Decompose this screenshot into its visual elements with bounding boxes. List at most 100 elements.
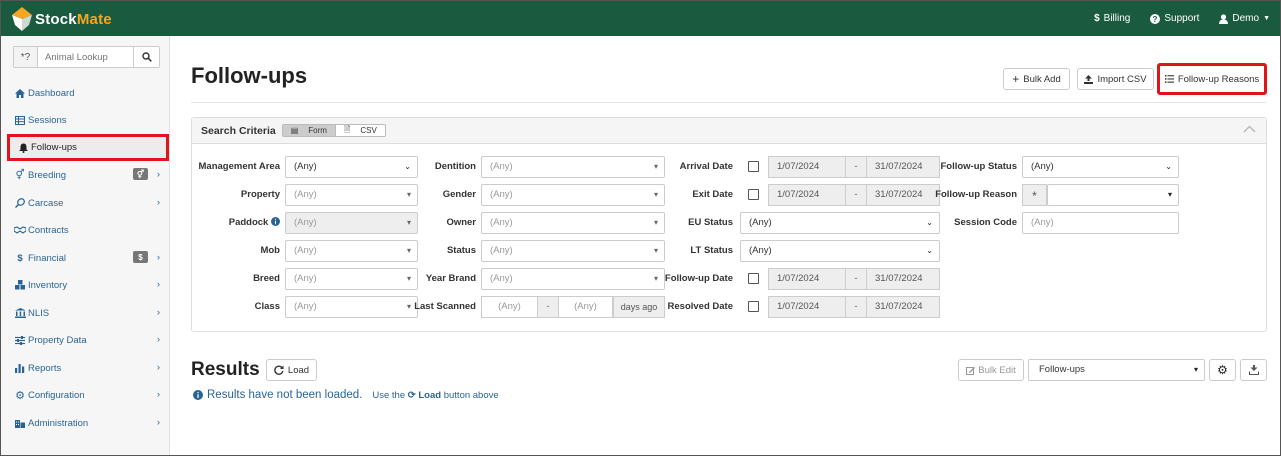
caret-down-icon: ▾ — [1193, 365, 1198, 374]
last-scanned-label: Last Scanned — [414, 301, 476, 312]
wildcard-toggle[interactable]: *? — [14, 47, 38, 67]
caret-down-icon: ▾ — [406, 190, 411, 199]
form-icon: ▤ — [290, 126, 299, 135]
caret-down-icon: ▾ — [406, 246, 411, 255]
chevron-right-icon: › — [156, 169, 160, 180]
chevron-up-icon[interactable] — [1243, 125, 1256, 133]
refresh-icon — [274, 365, 284, 375]
sidebar-item-nlis[interactable]: NLIS › — [1, 302, 170, 324]
breed-label: Breed — [253, 273, 280, 284]
settings-button[interactable]: ⚙ — [1209, 359, 1236, 381]
follow-up-date-from[interactable]: 1/07/2024 — [768, 268, 846, 290]
paddock-select[interactable]: (Any) ▾ — [285, 212, 418, 234]
class-label: Class — [254, 301, 280, 312]
exit-date-to[interactable]: 31/07/2024 — [866, 184, 940, 206]
hint-load-link[interactable]: ⟳ Load — [408, 390, 441, 401]
brand-logo[interactable]: StockMate — [11, 5, 112, 33]
search-criteria-header[interactable]: Search Criteria ▤ Form 🗎 CSV — [192, 118, 1266, 144]
load-button[interactable]: Load — [266, 359, 317, 381]
resolved-date-checkbox[interactable] — [748, 301, 759, 312]
gender-select[interactable]: (Any) ▾ — [481, 184, 665, 206]
sidebar-item-financial[interactable]: $ Financial $ › — [1, 247, 170, 269]
drumstick-icon — [14, 198, 26, 208]
follow-up-date-to[interactable]: 31/07/2024 — [866, 268, 940, 290]
paddock-label: Paddock — [192, 212, 280, 234]
arrival-date-checkbox[interactable] — [748, 161, 759, 172]
follow-up-status-select[interactable]: (Any) ⌄ — [1022, 156, 1179, 178]
sidebar-item-contracts[interactable]: Contracts — [1, 219, 170, 241]
form-mode-button[interactable]: ▤ Form — [282, 125, 335, 136]
import-csv-button[interactable]: Import CSV — [1077, 68, 1154, 90]
results-view-select[interactable]: Follow-ups ▾ — [1028, 359, 1205, 381]
year-brand-select[interactable]: (Any) ▾ — [481, 268, 665, 290]
bulk-add-button[interactable]: + Bulk Add — [1003, 68, 1070, 90]
exit-date-checkbox[interactable] — [748, 189, 759, 200]
resolved-date-to[interactable]: 31/07/2024 — [866, 296, 940, 318]
owner-select[interactable]: (Any) ▾ — [481, 212, 665, 234]
follow-up-reason-select[interactable]: ▾ — [1047, 184, 1179, 206]
animal-lookup-input[interactable] — [38, 47, 133, 67]
results-heading: Results — [191, 359, 260, 380]
support-link[interactable]: ? Support — [1150, 13, 1199, 24]
breed-select[interactable]: (Any) ▾ — [285, 268, 418, 290]
sidebar-item-inventory[interactable]: Inventory › — [1, 274, 170, 296]
brand-name: StockMate — [35, 10, 112, 28]
gear-icon: ⚙ — [1217, 363, 1228, 377]
sidebar-item-sessions[interactable]: Sessions — [1, 109, 170, 131]
billing-link[interactable]: $ Billing — [1094, 13, 1130, 24]
sidebar-item-carcase[interactable]: Carcase › — [1, 192, 170, 214]
follow-up-status-label: Follow-up Status — [940, 161, 1017, 172]
date-separator: - — [846, 296, 866, 318]
sidebar-item-reports[interactable]: Reports › — [1, 357, 170, 379]
last-scanned-to-input[interactable]: (Any) — [558, 296, 613, 318]
lt-status-select[interactable]: (Any) ⌄ — [740, 240, 940, 262]
sidebar-item-breeding[interactable]: ⚥ Breeding ⚥ › — [1, 164, 170, 186]
main-content: Follow-ups + Bulk Add Import CSV Follow-u… — [171, 36, 1280, 455]
svg-text:?: ? — [1153, 15, 1158, 24]
mob-select[interactable]: (Any) ▾ — [285, 240, 418, 262]
download-button[interactable] — [1240, 359, 1267, 381]
gender-label: Gender — [442, 189, 476, 200]
home-icon — [14, 88, 26, 98]
property-select[interactable]: (Any) ▾ — [285, 184, 418, 206]
eu-status-select[interactable]: (Any) ⌄ — [740, 212, 940, 234]
header-divider — [191, 102, 1266, 103]
arrival-date-from[interactable]: 1/07/2024 — [768, 156, 846, 178]
owner-label: Owner — [446, 217, 476, 228]
list-icon — [1164, 75, 1174, 83]
resolved-date-label: Resolved Date — [667, 301, 733, 312]
breeding-badge: ⚥ — [133, 168, 148, 180]
csv-mode-button[interactable]: 🗎 CSV — [334, 125, 385, 136]
resolved-date-from[interactable]: 1/07/2024 — [768, 296, 846, 318]
arrival-date-label: Arrival Date — [679, 161, 733, 172]
search-icon — [141, 52, 152, 62]
user-menu[interactable]: Demo ▼ — [1219, 13, 1270, 24]
class-select[interactable]: (Any) ▾ — [285, 296, 418, 318]
sliders-icon — [14, 335, 26, 345]
stockmate-logo-icon — [12, 7, 32, 31]
search-button[interactable] — [133, 47, 159, 67]
cubes-icon — [14, 280, 26, 290]
exit-date-from[interactable]: 1/07/2024 — [768, 184, 846, 206]
lt-status-label: LT Status — [690, 245, 733, 256]
status-select[interactable]: (Any) ▾ — [481, 240, 665, 262]
caret-down-icon: ▾ — [653, 190, 658, 199]
sidebar-item-administration[interactable]: Administration › — [1, 412, 170, 434]
management-area-select[interactable]: (Any) ⌄ — [285, 156, 418, 178]
sidebar-item-configuration[interactable]: ⚙ Configuration › — [1, 384, 170, 406]
arrival-date-to[interactable]: 31/07/2024 — [866, 156, 940, 178]
info-icon[interactable] — [271, 217, 280, 226]
top-navbar: StockMate $ Billing ? Support Demo ▼ — [1, 1, 1280, 36]
results-message: Results have not been loaded. — [207, 389, 363, 401]
follow-up-date-checkbox[interactable] — [748, 273, 759, 284]
results-hint: Use the ⟳ Load button above — [372, 389, 499, 401]
sidebar-item-property-data[interactable]: Property Data › — [1, 329, 170, 351]
bulk-edit-button[interactable]: Bulk Edit — [958, 359, 1024, 381]
follow-up-reasons-button[interactable]: Follow-up Reasons — [1157, 63, 1267, 95]
session-code-input[interactable]: (Any) — [1022, 212, 1179, 234]
last-scanned-from-input[interactable]: (Any) — [481, 296, 538, 318]
sidebar-item-follow-ups[interactable]: Follow-ups — [7, 134, 169, 161]
sidebar-item-dashboard[interactable]: Dashboard — [1, 82, 170, 104]
dentition-select[interactable]: (Any) ▾ — [481, 156, 665, 178]
info-circle-icon — [193, 390, 203, 400]
